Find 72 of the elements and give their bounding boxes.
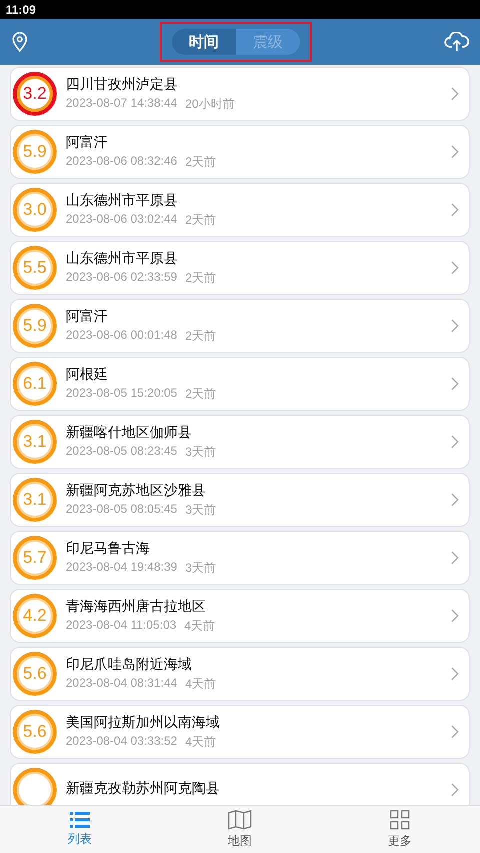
- sort-tab[interactable]: 时间: [172, 29, 236, 55]
- place-name: 阿根廷: [66, 366, 109, 384]
- time-ago: 3天前: [185, 444, 216, 460]
- chevron-right-icon: [451, 319, 459, 333]
- place-name: 新疆喀什地区伽师县: [66, 424, 193, 442]
- date-time: 2023-08-05 15:20:05: [66, 386, 178, 402]
- time-ago: 20小时前: [185, 96, 235, 112]
- chevron-right-icon: [451, 493, 459, 507]
- date-time: 2023-08-05 08:23:45: [66, 444, 178, 460]
- place-name: 印尼马鲁古海: [66, 540, 151, 558]
- nav-tab[interactable]: 地图: [160, 806, 320, 853]
- date-time: 2023-08-04 08:31:44: [66, 676, 178, 692]
- place-name: 青海海西州唐古拉地区: [66, 598, 207, 616]
- location-pin-icon[interactable]: [12, 32, 28, 52]
- magnitude-badge: 3.0: [13, 188, 57, 232]
- chevron-right-icon: [451, 203, 459, 217]
- time-ago: 2天前: [185, 270, 216, 286]
- clock: 11:09: [6, 2, 36, 16]
- chevron-right-icon: [451, 667, 459, 681]
- time-ago: 4天前: [185, 734, 216, 750]
- date-time: 2023-08-04 11:05:03: [66, 618, 177, 634]
- magnitude-badge: 4.2: [13, 594, 57, 638]
- time-ago: 2天前: [185, 212, 216, 228]
- magnitude-badge: 3.2: [13, 72, 57, 116]
- date-time: 2023-08-04 03:33:52: [66, 734, 178, 750]
- chevron-right-icon: [451, 377, 459, 391]
- time-ago: 2天前: [185, 328, 216, 344]
- date-time: 2023-08-07 14:38:44: [66, 96, 178, 112]
- nav-tab[interactable]: 列表: [0, 806, 160, 853]
- place-name: 阿富汗: [66, 308, 109, 326]
- magnitude-badge: 3.1: [13, 420, 57, 464]
- magnitude-badge: 5.6: [13, 652, 57, 696]
- magnitude-badge: 5.7: [13, 536, 57, 580]
- time-ago: 3天前: [185, 502, 216, 518]
- place-name: 新疆阿克苏地区沙雅县: [66, 482, 207, 500]
- chevron-right-icon: [451, 261, 459, 275]
- time-ago: 2天前: [185, 386, 216, 402]
- time-ago: 4天前: [184, 618, 216, 634]
- magnitude-badge: 5.9: [13, 130, 57, 174]
- magnitude-badge: 5.5: [13, 246, 57, 290]
- place-name: 山东德州市平原县: [66, 192, 179, 210]
- date-time: 2023-08-06 02:33:59: [66, 270, 178, 286]
- magnitude-badge: 3.1: [13, 478, 57, 522]
- place-name: 新疆克孜勒苏州阿克陶县: [66, 780, 221, 798]
- place-name: 山东德州市平原县: [66, 250, 179, 268]
- time-ago: 3天前: [185, 560, 216, 576]
- map-icon: [228, 810, 252, 830]
- date-time: 2023-08-06 03:02:44: [66, 212, 178, 228]
- chevron-right-icon: [451, 145, 459, 159]
- chevron-right-icon: [451, 725, 459, 739]
- chevron-right-icon: [451, 435, 459, 449]
- place-name: 阿富汗: [66, 134, 109, 152]
- magnitude-badge: 5.6: [13, 710, 57, 754]
- date-time: 2023-08-06 00:01:48: [66, 328, 178, 344]
- place-name: 四川甘孜州泸定县: [66, 76, 179, 94]
- time-ago: 4天前: [185, 676, 216, 692]
- magnitude-badge: 5.9: [13, 304, 57, 348]
- date-time: 2023-08-06 08:32:46: [66, 154, 178, 170]
- nav-tab[interactable]: 更多: [320, 806, 480, 853]
- chevron-right-icon: [451, 87, 459, 101]
- list-icon: [70, 812, 90, 828]
- place-name: 印尼爪哇岛附近海域: [66, 656, 193, 674]
- time-ago: 2天前: [185, 154, 216, 170]
- chevron-right-icon: [451, 551, 459, 565]
- chevron-right-icon: [451, 783, 459, 797]
- grid-icon: [390, 810, 410, 830]
- cloud-upload-icon[interactable]: [444, 32, 470, 52]
- date-time: 2023-08-05 08:05:45: [66, 502, 178, 518]
- date-time: 2023-08-04 19:48:39: [66, 560, 178, 576]
- chevron-right-icon: [451, 609, 459, 623]
- magnitude-badge: 6.1: [13, 362, 57, 406]
- place-name: 美国阿拉斯加州以南海域: [66, 714, 221, 732]
